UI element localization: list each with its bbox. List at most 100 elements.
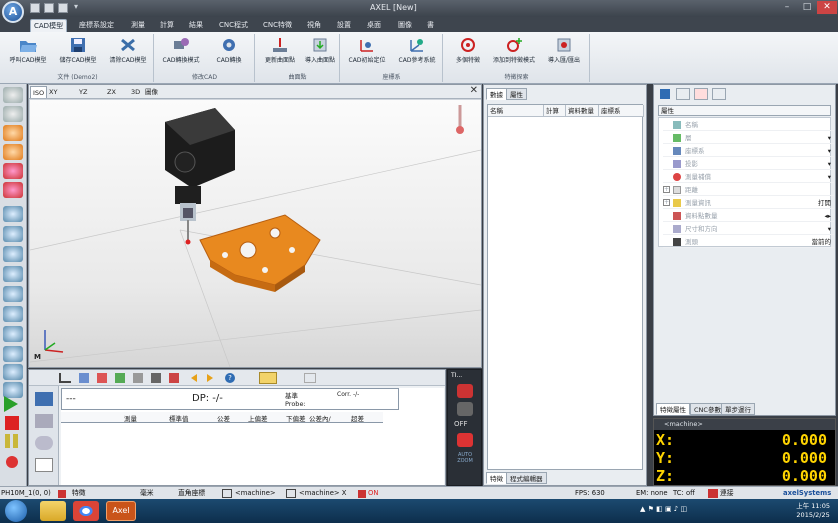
cad-transform-button[interactable]: CAD轉換: [205, 36, 253, 70]
3d-viewport[interactable]: M: [30, 100, 481, 367]
start-button-icon[interactable]: [5, 500, 27, 522]
off-toggle[interactable]: OFF: [454, 420, 468, 428]
cad-reference-system-button[interactable]: CAD參考系統: [393, 36, 441, 70]
tab-cnc-parameters[interactable]: CNC參數: [690, 403, 725, 415]
tab-book[interactable]: 書: [424, 19, 437, 32]
axel-app-taskbar-button[interactable]: Axel: [106, 501, 136, 521]
eye-icon[interactable]: [3, 286, 23, 302]
spinner-arrows-icon[interactable]: ◂▸: [824, 210, 831, 222]
tab-image[interactable]: 圖像: [395, 19, 415, 32]
column-header[interactable]: 名稱: [488, 105, 544, 117]
copy-icon[interactable]: [133, 373, 143, 383]
tab-feature[interactable]: 特徵: [486, 472, 507, 484]
import-surface-points-button[interactable]: 導入曲面點: [296, 36, 344, 70]
tab-cnc-feature[interactable]: CNC特徵: [260, 19, 295, 32]
import-export-button[interactable]: 導入匯/匯出: [540, 36, 588, 70]
pause-left-icon[interactable]: [5, 434, 10, 448]
property-row[interactable]: 座標系 ▾: [663, 145, 834, 157]
table-tool-icon[interactable]: [115, 373, 125, 383]
zoom-in-icon[interactable]: [3, 346, 23, 362]
new-file-icon[interactable]: [30, 3, 40, 13]
explorer-icon[interactable]: [40, 501, 66, 521]
tab-coordinate-setup[interactable]: 座標系設定: [76, 19, 117, 32]
grid-view-icon[interactable]: [304, 373, 316, 383]
help-icon[interactable]: ?: [225, 373, 235, 383]
tab-data[interactable]: 數據: [486, 88, 507, 100]
status-machine-alt[interactable]: <machine> X: [299, 488, 346, 499]
layer-icon[interactable]: [3, 226, 23, 242]
document-icon[interactable]: [35, 458, 53, 472]
cad-initial-alignment-button[interactable]: CAD初始定位: [343, 36, 391, 70]
play-icon[interactable]: [4, 396, 18, 412]
dropdown-arrow-icon[interactable]: ▾: [828, 145, 831, 157]
status-machine[interactable]: <machine>: [235, 488, 276, 499]
tab-image-view[interactable]: 圖像: [143, 86, 160, 98]
property-row[interactable]: 測量補償 ▾: [663, 171, 834, 183]
status-coord-mode[interactable]: 直角座標: [178, 488, 205, 499]
tab-iso[interactable]: ISO: [30, 86, 48, 98]
axis-tool-icon[interactable]: [59, 373, 71, 383]
zoom-out-icon[interactable]: [3, 364, 23, 380]
dropdown-arrow-icon[interactable]: ▾: [828, 158, 831, 170]
column-header[interactable]: 座標系: [599, 105, 644, 117]
probe-head-icon[interactable]: [457, 384, 473, 398]
pen-icon[interactable]: [79, 373, 89, 383]
expand-icon[interactable]: +: [663, 199, 670, 206]
measure-tab-icon[interactable]: [694, 88, 708, 100]
system-clock[interactable]: 上午 11:05 2015/2/25: [796, 502, 830, 520]
tab-zx[interactable]: ZX: [105, 86, 118, 98]
column-header[interactable]: 計算: [544, 105, 566, 117]
multiple-features-button[interactable]: 多個特徵: [444, 36, 492, 70]
property-row[interactable]: + 距離: [663, 184, 834, 196]
tab-xy[interactable]: XY: [47, 86, 59, 98]
add-to-feature-mode-button[interactable]: 添加到特徵模式: [490, 36, 538, 70]
open-file-icon[interactable]: [44, 3, 54, 13]
tab-feature-properties[interactable]: 特徵屬性: [656, 403, 690, 415]
stop-icon[interactable]: [5, 416, 19, 430]
pause-right-icon[interactable]: [13, 434, 18, 448]
tab-calculate[interactable]: 計算: [157, 19, 177, 32]
probe-change-icon[interactable]: [457, 402, 473, 416]
column-header[interactable]: 資料數量: [566, 105, 599, 117]
save-file-icon[interactable]: [58, 3, 68, 13]
dropdown-arrow-icon[interactable]: ▾: [828, 171, 831, 183]
status-unit[interactable]: 毫米: [140, 488, 154, 499]
tab-results[interactable]: 結果: [186, 19, 206, 32]
tab-program-editor[interactable]: 程式編輯器: [506, 472, 547, 484]
expand-icon[interactable]: +: [663, 186, 670, 193]
sphere-icon[interactable]: [3, 246, 23, 262]
auto-zoom-button[interactable]: AUTO ZOOM: [451, 452, 479, 464]
cad-transform-mode-button[interactable]: CAD轉換模式: [157, 36, 205, 70]
close-view-button[interactable]: ✕: [470, 85, 478, 96]
close-window-button[interactable]: ✕: [817, 1, 837, 14]
property-row[interactable]: 名稱: [663, 119, 834, 131]
tab-cnc-program[interactable]: CNC程式: [216, 19, 251, 32]
list-tab-icon[interactable]: [712, 88, 726, 100]
property-row[interactable]: 測頭 當前的: [663, 236, 834, 248]
print-icon[interactable]: [151, 373, 161, 383]
tab-desktop[interactable]: 桌面: [364, 19, 384, 32]
checkbox-icon[interactable]: [660, 89, 670, 99]
probe-touch-icon[interactable]: [457, 433, 473, 447]
property-row[interactable]: 尺寸和方向 ▾: [663, 223, 834, 235]
tab-measure[interactable]: 測量: [128, 19, 148, 32]
save-cad-button[interactable]: 儲存CAD模型: [54, 36, 102, 70]
comment-icon[interactable]: [35, 436, 53, 450]
chrome-icon[interactable]: [73, 501, 99, 521]
property-row[interactable]: + 測量資訊 打開: [663, 197, 834, 209]
table-icon[interactable]: [35, 392, 53, 406]
tab-settings[interactable]: 設置: [334, 19, 354, 32]
quick-access-dropdown-icon[interactable]: ▾: [74, 2, 78, 11]
tray-icons[interactable]: ▲ ⚑ ◧ ▣ ♪ ◫: [640, 505, 687, 513]
probe-tab-icon[interactable]: [676, 88, 690, 100]
check-icon[interactable]: [3, 87, 23, 103]
orange-ball-icon[interactable]: [3, 125, 23, 141]
zoom-fit-icon[interactable]: [3, 306, 23, 322]
property-row[interactable]: 層 ▾: [663, 132, 834, 144]
minimize-button[interactable]: –: [777, 1, 797, 14]
cancel-icon[interactable]: [3, 106, 23, 122]
tab-view[interactable]: 視角: [304, 19, 324, 32]
tab-properties[interactable]: 屬性: [506, 88, 527, 100]
app-logo-icon[interactable]: A: [2, 1, 24, 23]
tab-yz[interactable]: YZ: [77, 86, 89, 98]
